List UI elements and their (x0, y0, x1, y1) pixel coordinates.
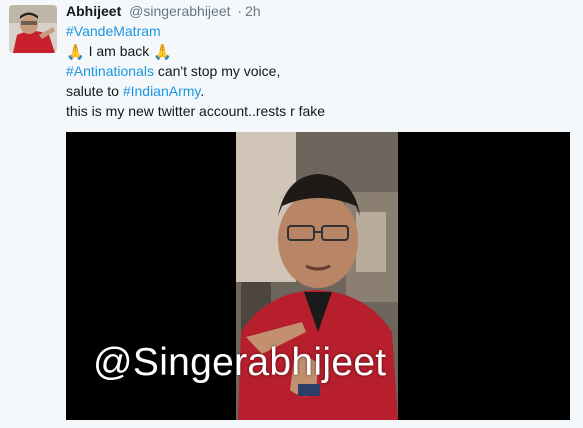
author-handle[interactable]: @singerabhijeet (129, 3, 230, 19)
tweet-line-2: 🙏 I am back 🙏 (66, 41, 576, 61)
folded-hands-icon: 🙏 (66, 44, 85, 61)
tweet-text-segment: I am back (84, 43, 154, 59)
tweet-line-3: #Antinationals can't stop my voice, (66, 61, 576, 81)
separator-dot: · (237, 3, 243, 19)
folded-hands-icon: 🙏 (153, 44, 172, 61)
hashtag-vandematram[interactable]: #VandeMatram (66, 23, 161, 39)
tweet-text-segment: this is my new twitter account..rests r … (66, 103, 326, 119)
video-watermark: @Singerabhijeet (93, 341, 387, 384)
tweet-timestamp[interactable]: 2h (245, 3, 261, 19)
tweet-header: Abhijeet @singerabhijeet · 2h (66, 2, 576, 21)
tweet-body: Abhijeet @singerabhijeet · 2h #VandeMatra… (66, 2, 576, 121)
tweet-text-segment: . (200, 83, 205, 99)
hashtag-antinationals[interactable]: #Antinationals (66, 63, 154, 79)
tweet-text-segment: salute to (66, 83, 123, 99)
tweet-line-4: salute to #IndianArmy. (66, 81, 576, 101)
tweet-line-1: #VandeMatram (66, 21, 576, 41)
tweet-line-5: this is my new twitter account..rests r … (66, 101, 576, 121)
tweet-text-segment: can't stop my voice, (153, 63, 281, 79)
author-name[interactable]: Abhijeet (66, 3, 121, 19)
profile-photo-icon (9, 5, 57, 53)
avatar[interactable] (9, 5, 57, 53)
hashtag-indianarmy[interactable]: #IndianArmy (123, 83, 201, 99)
